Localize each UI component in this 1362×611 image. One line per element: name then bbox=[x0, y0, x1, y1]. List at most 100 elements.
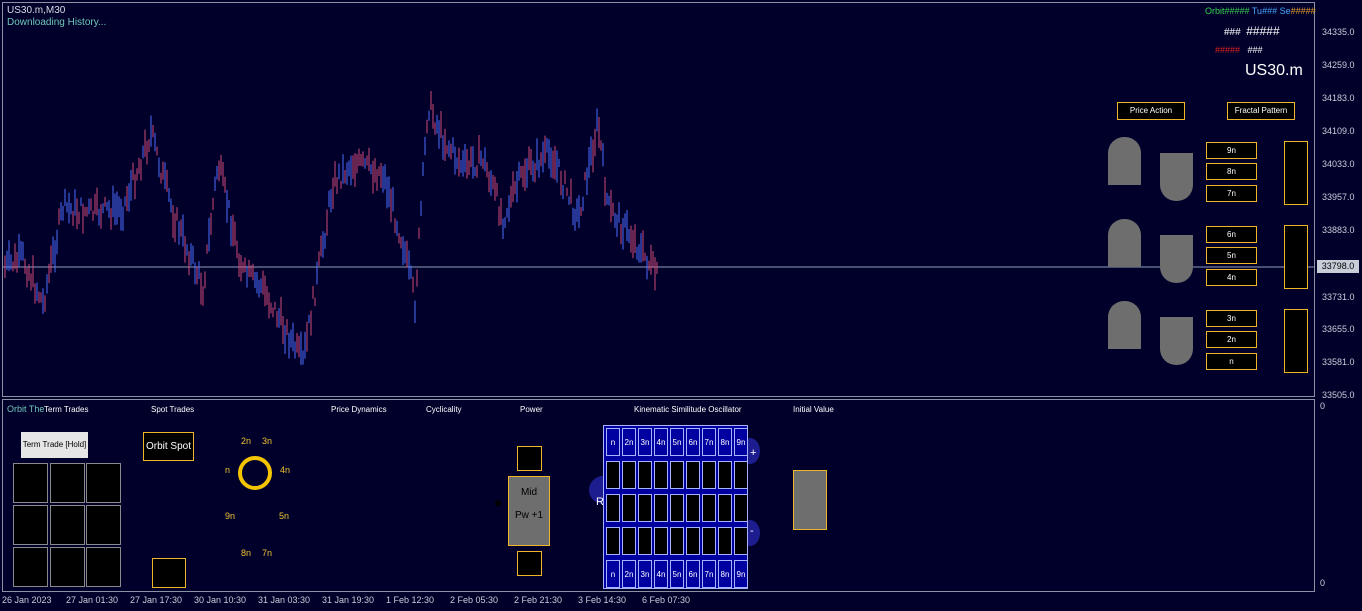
fractal-shape-down-3 bbox=[1160, 317, 1193, 365]
fractal-meter-3 bbox=[1284, 309, 1308, 373]
kso-label-cell: n bbox=[606, 428, 620, 456]
kso-cell bbox=[670, 494, 684, 522]
fractal-level-5n[interactable]: 5n bbox=[1206, 247, 1257, 264]
kso-cell bbox=[702, 527, 716, 555]
fractal-shape-down-1 bbox=[1160, 153, 1193, 201]
orbit-label-n: n bbox=[225, 465, 231, 475]
power-gauge: Mid Pw +1 bbox=[508, 476, 550, 546]
term-trade-hold-button[interactable]: Term Trade [Hold] bbox=[21, 432, 88, 458]
price-tick: 33731.0 bbox=[1322, 292, 1355, 302]
info-row-3: ##### ### bbox=[1215, 45, 1263, 55]
kso-cell bbox=[686, 461, 700, 489]
price-tick: 34109.0 bbox=[1322, 126, 1355, 136]
orbit-label-7n: 7n bbox=[262, 548, 273, 558]
price-tick: 34183.0 bbox=[1322, 93, 1355, 103]
fractal-level-2n[interactable]: 2n bbox=[1206, 331, 1257, 348]
kso-cell bbox=[654, 461, 668, 489]
time-tick: 27 Jan 17:30 bbox=[130, 595, 183, 605]
hash-orange: ##### bbox=[1290, 6, 1316, 16]
spot-trade-box bbox=[152, 558, 186, 588]
kso-label-cell: 9n bbox=[734, 428, 748, 456]
kso-cell bbox=[734, 527, 748, 555]
price-tick: 34259.0 bbox=[1322, 60, 1355, 70]
fractal-level-7n[interactable]: 7n bbox=[1206, 185, 1257, 202]
fractal-shape-up-2 bbox=[1108, 219, 1141, 267]
term-grid-cell bbox=[13, 505, 48, 545]
price-dynamics-title: Price Dynamics bbox=[331, 405, 387, 414]
kso-cell bbox=[622, 494, 636, 522]
kso-cell bbox=[606, 494, 620, 522]
price-tick: 33655.0 bbox=[1322, 324, 1355, 334]
fractal-level-6n[interactable]: 6n bbox=[1206, 226, 1257, 243]
power-left-dot bbox=[495, 500, 501, 506]
term-grid-cell bbox=[50, 463, 85, 503]
fractal-level-8n[interactable]: 8n bbox=[1206, 163, 1257, 180]
orbit-label-9n: 9n bbox=[225, 511, 236, 521]
price-tick: 34335.0 bbox=[1322, 27, 1355, 37]
price-tick: 34033.0 bbox=[1322, 159, 1355, 169]
kso-cell bbox=[606, 527, 620, 555]
time-tick: 3 Feb 14:30 bbox=[578, 595, 627, 605]
orbit-label-5n: 5n bbox=[279, 511, 290, 521]
time-tick: 30 Jan 10:30 bbox=[194, 595, 247, 605]
initial-value-box bbox=[793, 470, 827, 530]
orbit-label-2n: 2n bbox=[241, 436, 252, 446]
kso-cell bbox=[734, 461, 748, 489]
orbit-text: Orbit bbox=[1205, 6, 1225, 16]
kso-cell bbox=[670, 527, 684, 555]
fractal-level-4n[interactable]: 4n bbox=[1206, 269, 1257, 286]
cyclicality-title: Cyclicality bbox=[426, 405, 462, 414]
info-row-2-b: ##### bbox=[1246, 24, 1280, 38]
time-tick: 1 Feb 12:30 bbox=[386, 595, 435, 605]
fractal-level-n[interactable]: n bbox=[1206, 353, 1257, 370]
term-grid-cell bbox=[13, 547, 48, 587]
price-tick: 33505.0 bbox=[1322, 390, 1355, 400]
price-action-button[interactable]: Price Action bbox=[1117, 102, 1185, 120]
term-trades-title: Term Trades bbox=[44, 405, 89, 414]
current-price-label: 33798.0 bbox=[1317, 260, 1359, 273]
kso-cell bbox=[622, 527, 636, 555]
chart-status-text: Downloading History... bbox=[7, 17, 107, 28]
time-tick: 2 Feb 21:30 bbox=[514, 595, 563, 605]
chart-symbol-timeframe: US30.m,M30 bbox=[7, 5, 66, 16]
kso-label-cell: 6n bbox=[686, 560, 700, 588]
fractal-pattern-button[interactable]: Fractal Pattern bbox=[1227, 102, 1295, 120]
orbit-label-3n: 3n bbox=[262, 436, 273, 446]
term-grid-cell bbox=[86, 463, 121, 503]
big-symbol-label: US30.m bbox=[1245, 62, 1303, 79]
kso-label-cell: 2n bbox=[622, 428, 636, 456]
orbit-label-8n: 8n bbox=[241, 548, 252, 558]
power-title: Power bbox=[520, 405, 543, 414]
orbit-ring bbox=[238, 456, 272, 490]
kso-label-cell: 4n bbox=[654, 560, 668, 588]
power-top-box bbox=[517, 446, 542, 471]
kso-cell bbox=[638, 494, 652, 522]
time-tick: 31 Jan 03:30 bbox=[258, 595, 311, 605]
time-tick: 27 Jan 01:30 bbox=[66, 595, 119, 605]
kso-minus-label: - bbox=[750, 525, 754, 537]
initial-value-title: Initial Value bbox=[793, 405, 834, 414]
kso-label-cell: 5n bbox=[670, 560, 684, 588]
kso-label-cell: n bbox=[606, 560, 620, 588]
fractal-level-9n[interactable]: 9n bbox=[1206, 142, 1257, 159]
kso-cell bbox=[638, 461, 652, 489]
fractal-level-3n[interactable]: 3n bbox=[1206, 310, 1257, 327]
orbit-label-4n: 4n bbox=[280, 465, 291, 475]
price-tick: 33883.0 bbox=[1322, 225, 1355, 235]
kso-plus-label: + bbox=[750, 447, 757, 459]
orbit-spot-button[interactable]: Orbit Spot bbox=[143, 432, 194, 461]
fractal-shape-up-3 bbox=[1108, 301, 1141, 349]
kso-label-cell: 8n bbox=[718, 560, 732, 588]
kso-label-cell: 3n bbox=[638, 560, 652, 588]
kso-label-cell: 6n bbox=[686, 428, 700, 456]
kso-cell bbox=[654, 527, 668, 555]
info-row-2-a: ### bbox=[1224, 27, 1241, 38]
kso-cell bbox=[686, 494, 700, 522]
kso-label-cell: 9n bbox=[734, 560, 748, 588]
fractal-shape-down-2 bbox=[1160, 235, 1193, 283]
kso-cell bbox=[718, 527, 732, 555]
orbit-header-label: Orbit##### Tu### Se##### bbox=[1205, 6, 1316, 16]
kso-cell bbox=[702, 494, 716, 522]
time-tick: 31 Jan 19:30 bbox=[322, 595, 375, 605]
kso-cell bbox=[654, 494, 668, 522]
